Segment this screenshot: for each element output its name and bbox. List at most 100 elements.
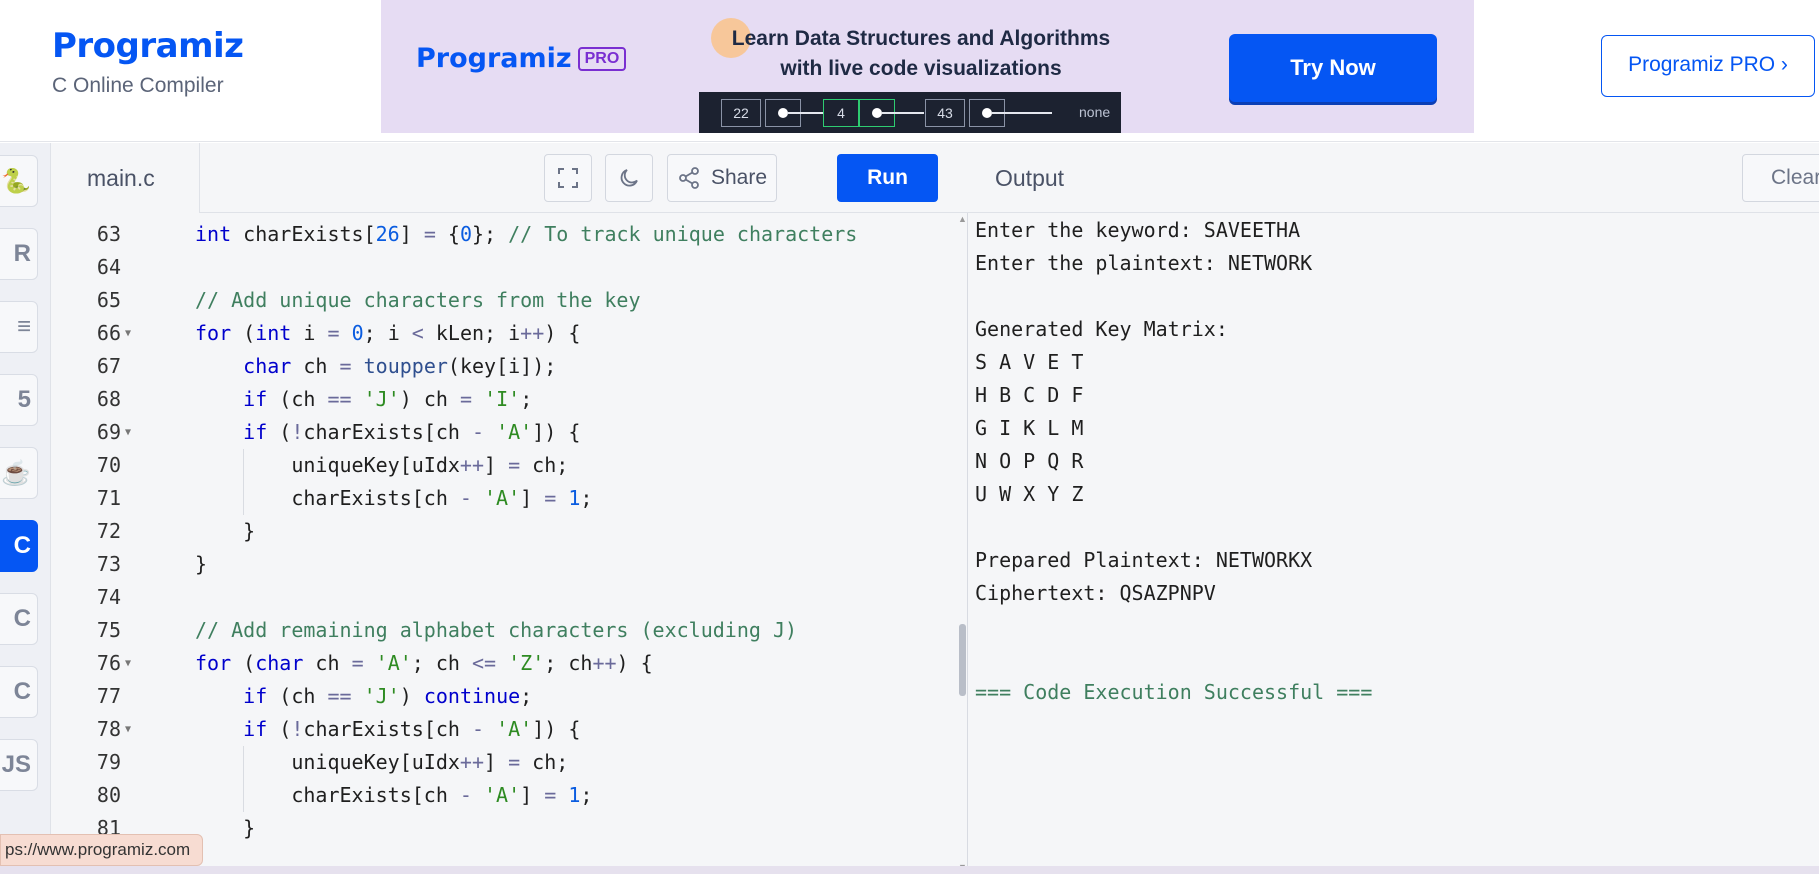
code-line[interactable]: 76 ▼ for (char ch = 'A'; ch <= 'Z'; ch++) … (51, 647, 956, 680)
cpp-icon[interactable]: C (0, 593, 38, 645)
ad-logo: Programiz PRO (416, 43, 627, 74)
code-line[interactable]: 71 charExists[ch - 'A'] = 1; (51, 482, 956, 515)
sql-icon[interactable]: ≡ (0, 301, 38, 353)
output-line: G I K L M (975, 416, 1084, 440)
code-line[interactable]: 78 ▼ if (!charExists[ch - 'A']) { (51, 713, 956, 746)
code-line[interactable]: 65 // Add unique characters from the key (51, 284, 956, 317)
line-number: 66 (96, 321, 121, 345)
theme-toggle-button[interactable] (605, 154, 653, 202)
list-node-value: 22 (721, 99, 761, 127)
code-line[interactable]: 73} (51, 548, 956, 581)
code-line[interactable]: 74 (51, 581, 956, 614)
fold-toggle-icon[interactable]: ▼ (125, 317, 131, 350)
try-now-button[interactable]: Try Now (1229, 34, 1437, 102)
code-text: charExists[ch - 'A'] = 1; (195, 486, 593, 510)
line-number: 74 (96, 585, 121, 609)
pointer-arrow (992, 112, 1052, 114)
code-line[interactable]: 69 ▼ if (!charExists[ch - 'A']) { (51, 416, 956, 449)
fullscreen-button[interactable] (544, 154, 592, 202)
list-node-value: 4 (823, 99, 859, 127)
code-line[interactable]: 77 if (ch == 'J') continue; (51, 680, 956, 713)
share-button[interactable]: Share (667, 154, 777, 202)
line-number: 71 (96, 486, 121, 510)
output-line: N O P Q R (975, 449, 1084, 473)
pointer-arrow (882, 112, 924, 114)
r-icon[interactable]: R (0, 228, 38, 280)
code-line[interactable]: 80 charExists[ch - 'A'] = 1; (51, 779, 956, 812)
line-number: 65 (96, 288, 121, 312)
file-tab-main-c[interactable]: main.c (51, 143, 200, 213)
c-icon[interactable]: C (0, 520, 38, 572)
python-icon[interactable]: 🐍 (0, 155, 38, 207)
output-line: H B C D F (975, 383, 1084, 407)
line-number: 78 (96, 717, 121, 741)
code-text: uniqueKey[uIdx++] = ch; (195, 453, 569, 477)
ad-headline-line1: Learn Data Structures and Algorithms (731, 27, 1111, 50)
ad-banner[interactable]: Programiz PRO Learn Data Structures and A… (381, 0, 1474, 133)
bottom-strip (0, 866, 1819, 874)
line-number: 63 (96, 222, 121, 246)
share-label: Share (710, 166, 768, 189)
ad-headline-line2: with live code visualizations (780, 57, 1062, 80)
code-text: // Add remaining alphabet characters (ex… (195, 618, 798, 642)
editor-scrollbar[interactable]: ▲ ▼ (956, 214, 968, 874)
moon-icon (620, 169, 638, 187)
line-number: 77 (96, 684, 121, 708)
code-line[interactable]: 64 (51, 251, 956, 284)
line-number: 70 (96, 453, 121, 477)
output-line: Ciphertext: QSAZPNPV (975, 581, 1216, 605)
run-button[interactable]: Run (837, 154, 938, 202)
pointer-arrow (787, 112, 823, 114)
line-number: 73 (96, 552, 121, 576)
code-text: if (!charExists[ch - 'A']) { (243, 420, 581, 444)
code-line[interactable]: 70 uniqueKey[uIdx++] = ch; (51, 449, 956, 482)
code-line[interactable]: 72 } (51, 515, 956, 548)
code-text: if (!charExists[ch - 'A']) { (243, 717, 581, 741)
line-number: 80 (96, 783, 121, 807)
output-line: Generated Key Matrix: (975, 317, 1228, 341)
site-header: Programiz C Online Compiler Programiz PRO… (0, 0, 1819, 142)
code-text: if (ch == 'J') continue; (243, 684, 533, 708)
code-text: charExists[ch - 'A'] = 1; (195, 783, 593, 807)
output-title: Output (995, 165, 1065, 191)
code-line[interactable]: 75 // Add remaining alphabet characters (… (51, 614, 956, 647)
csharp-icon[interactable]: C (0, 666, 38, 718)
line-number: 64 (96, 255, 121, 279)
java-icon[interactable]: ☕ (0, 447, 38, 499)
code-text: for (int i = 0; i < kLen; i++) { (195, 321, 581, 345)
linked-list-visualization: 22 4 43 none (699, 92, 1121, 133)
code-text: } (195, 519, 256, 543)
ad-logo-text: Programiz (416, 43, 572, 74)
output-header: Output Clear (968, 143, 1819, 213)
code-line[interactable]: 79 uniqueKey[uIdx++] = ch; (51, 746, 956, 779)
code-line[interactable]: 68 if (ch == 'J') ch = 'I'; (51, 383, 956, 416)
output-line: Enter the keyword: SAVEETHA (975, 218, 1301, 242)
pro-tag: PRO (577, 47, 627, 71)
fullscreen-icon (558, 168, 578, 188)
code-text: } (195, 816, 256, 840)
status-bar-url: ps://www.programiz.com (0, 834, 204, 866)
clear-button[interactable]: Clear (1742, 154, 1819, 202)
code-line[interactable]: 66 ▼ for (int i = 0; i < kLen; i++) { (51, 317, 956, 350)
fold-toggle-icon[interactable]: ▼ (125, 647, 131, 680)
code-line[interactable]: 63 int charExists[26] = {0}; // To track … (51, 218, 956, 251)
code-text: // Add unique characters from the key (195, 288, 641, 312)
programiz-logo[interactable]: Programiz C Online Compiler (52, 26, 244, 98)
js-icon[interactable]: JS (0, 739, 38, 791)
scroll-up-arrow-icon[interactable]: ▲ (958, 214, 967, 224)
programiz-pro-link[interactable]: Programiz PRO › (1601, 35, 1815, 97)
code-area[interactable]: 63 int charExists[26] = {0}; // To track … (51, 214, 956, 874)
fold-toggle-icon[interactable]: ▼ (125, 713, 131, 746)
code-text: for (char ch = 'A'; ch <= 'Z'; ch++) { (195, 651, 653, 675)
code-text: } (195, 552, 208, 576)
line-number: 69 (96, 420, 121, 444)
code-line[interactable]: 67 char ch = toupper(key[i]); (51, 350, 956, 383)
fold-toggle-icon[interactable]: ▼ (125, 416, 131, 449)
html-icon[interactable]: 5 (0, 374, 38, 426)
output-line: U W X Y Z (975, 482, 1084, 506)
editor-scrollbar-thumb[interactable] (959, 624, 966, 696)
code-text: if (ch == 'J') ch = 'I'; (243, 387, 533, 411)
